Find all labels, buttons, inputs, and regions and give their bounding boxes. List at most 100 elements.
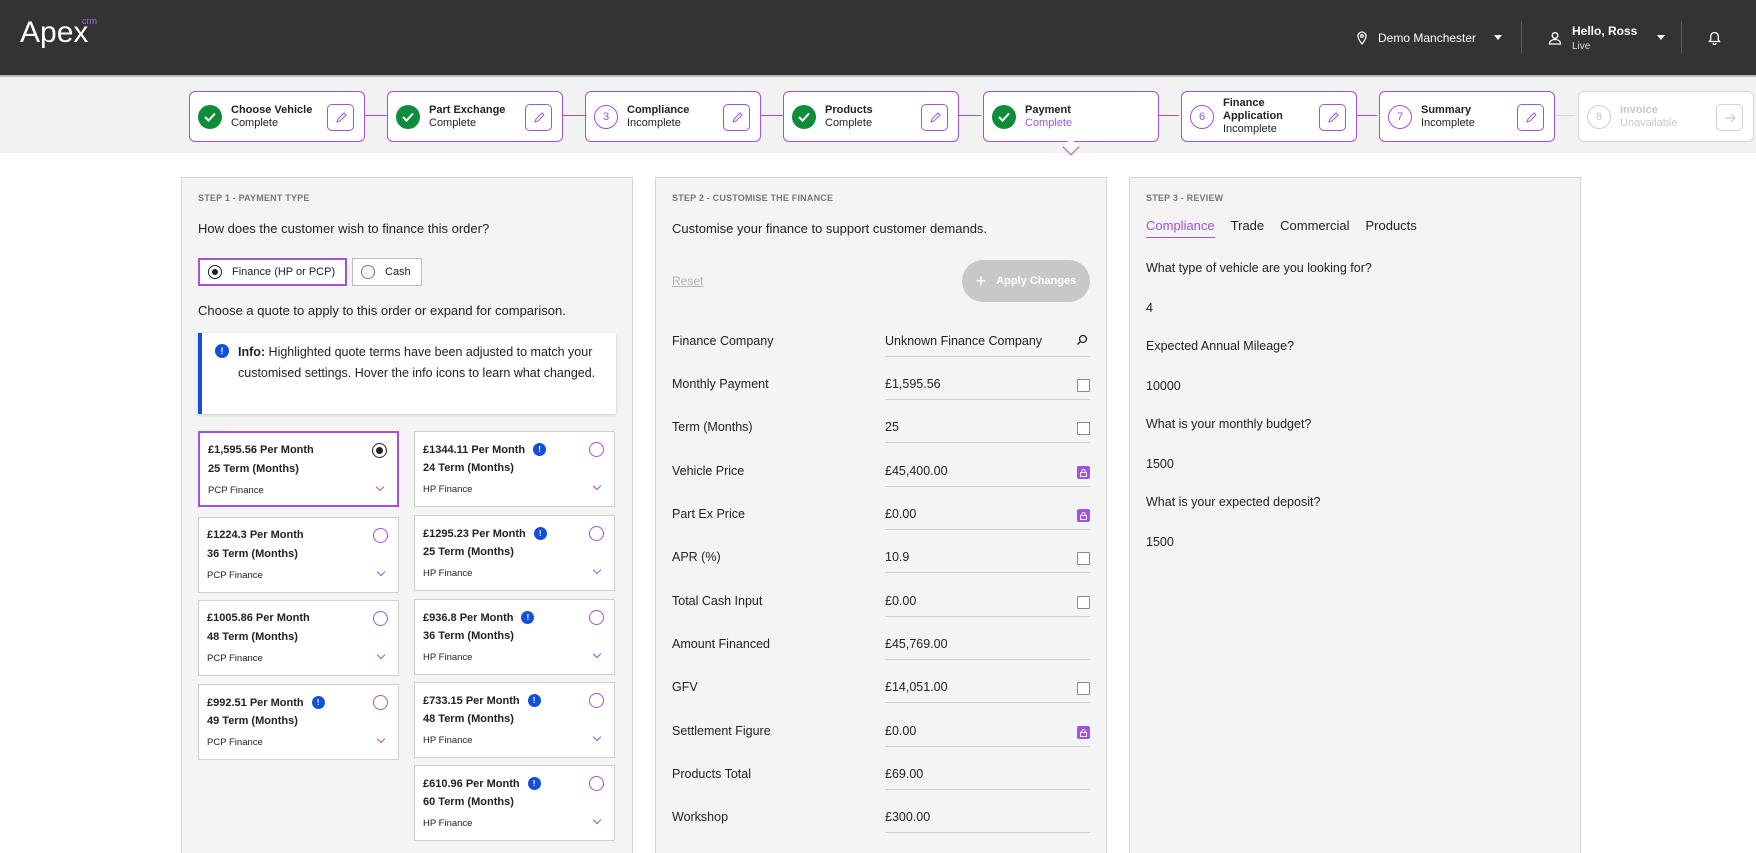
quote-card[interactable]: £936.8 Per Month! 36 Term (Months) HP Fi…: [414, 599, 615, 675]
finance-company-input[interactable]: Unknown Finance Company: [885, 321, 1090, 357]
field-label: Part Ex Price: [672, 507, 745, 521]
gfv-input[interactable]: £14,051.00: [885, 667, 1090, 703]
chevron-down-icon[interactable]: [592, 815, 602, 825]
field-label: Monthly Payment: [672, 377, 769, 391]
review-answer: 4: [1146, 301, 1153, 315]
quote-radio[interactable]: [589, 526, 604, 541]
edit-step-button[interactable]: [723, 104, 750, 131]
info-icon[interactable]: !: [527, 777, 541, 790]
search-icon[interactable]: [1076, 334, 1088, 346]
tab-products[interactable]: Products: [1365, 218, 1416, 238]
chevron-down-icon[interactable]: [592, 481, 602, 491]
location-selector[interactable]: Demo Manchester: [1356, 0, 1503, 75]
reset-link[interactable]: Reset: [672, 274, 703, 288]
field-value: £300.00: [885, 810, 931, 824]
quote-card[interactable]: £1005.86 Per Month 48 Term (Months) PCP …: [198, 600, 399, 676]
step-part-exchange[interactable]: Part Exchange Complete: [387, 91, 563, 142]
quote-radio[interactable]: [589, 610, 604, 625]
quote-card[interactable]: £610.96 Per Month! 60 Term (Months) HP F…: [414, 765, 615, 841]
step-compliance[interactable]: 3 Compliance Incomplete: [585, 91, 761, 142]
step-finance-application[interactable]: 6 Finance Application Incomplete: [1181, 91, 1357, 142]
lock-checkbox[interactable]: [1077, 379, 1090, 392]
finance-option[interactable]: Finance (HP or PCP): [198, 258, 348, 286]
quote-radio[interactable]: [589, 442, 604, 457]
arrow-right-icon: [1724, 113, 1736, 122]
notifications-button[interactable]: [1708, 0, 1721, 75]
edit-step-button[interactable]: [1517, 104, 1544, 131]
apr-input[interactable]: 10.9: [885, 537, 1090, 573]
step-payment[interactable]: Payment Complete: [983, 91, 1159, 142]
info-icon[interactable]: !: [311, 696, 325, 709]
quote-card[interactable]: £1344.11 Per Month! 24 Term (Months) HP …: [414, 431, 615, 507]
total-cash-input-input[interactable]: £0.00: [885, 581, 1090, 617]
info-icon[interactable]: !: [521, 611, 535, 624]
pencil-icon: [1525, 111, 1537, 123]
quote-radio[interactable]: [589, 776, 604, 791]
info-icon[interactable]: !: [527, 694, 541, 707]
field-value: £0.00: [885, 507, 917, 521]
info-icon[interactable]: !: [533, 443, 547, 456]
quote-radio[interactable]: [589, 693, 604, 708]
field-label: Amount Financed: [672, 637, 770, 651]
lock-checkbox[interactable]: [1077, 596, 1090, 609]
quote-type: HP Finance: [423, 818, 473, 829]
apply-changes-button[interactable]: + Apply Changes: [962, 260, 1090, 302]
lock-checkbox[interactable]: [1077, 682, 1090, 695]
cash-option[interactable]: Cash: [352, 258, 422, 286]
chevron-down-icon[interactable]: [592, 732, 602, 742]
field-label: Vehicle Price: [672, 464, 745, 478]
quote-radio[interactable]: [373, 528, 388, 543]
chevron-down-icon[interactable]: [376, 650, 386, 660]
edit-step-button[interactable]: [1319, 104, 1346, 131]
quote-radio[interactable]: [373, 611, 388, 626]
chevron-down-icon[interactable]: [376, 567, 386, 577]
quote-amount: £1,595.56 Per Month: [208, 444, 314, 456]
edit-step-button[interactable]: [525, 104, 552, 131]
user-greeting: Hello, Ross: [1572, 23, 1638, 38]
lock-icon[interactable]: [1077, 509, 1090, 522]
next-step-button: [1716, 104, 1743, 131]
quote-card[interactable]: £1224.3 Per Month 36 Term (Months) PCP F…: [198, 517, 399, 593]
part-ex-price-input[interactable]: £0.00: [885, 494, 1090, 530]
tab-trade[interactable]: Trade: [1231, 218, 1264, 238]
step-number: 8: [1587, 104, 1611, 129]
check-icon: [396, 104, 420, 129]
chevron-down-icon[interactable]: [592, 649, 602, 659]
info-icon[interactable]: !: [533, 527, 547, 540]
lock-checkbox[interactable]: [1077, 422, 1090, 435]
quote-card[interactable]: £733.15 Per Month! 48 Term (Months) HP F…: [414, 682, 615, 758]
chevron-down-icon[interactable]: [376, 734, 386, 744]
quote-card[interactable]: £992.51 Per Month! 49 Term (Months) PCP …: [198, 684, 399, 760]
lock-icon[interactable]: [1077, 726, 1090, 739]
monthly-payment-input[interactable]: £1,595.56: [885, 364, 1090, 400]
quote-term: 36 Term (Months): [423, 630, 514, 642]
term-input[interactable]: 25: [885, 407, 1090, 443]
quote-card[interactable]: £1295.23 Per Month! 25 Term (Months) HP …: [414, 515, 615, 591]
field-settlement-figure: Settlement Figure £0.00: [672, 711, 1090, 754]
step-summary[interactable]: 7 Summary Incomplete: [1379, 91, 1555, 142]
lock-checkbox[interactable]: [1077, 552, 1090, 565]
edit-step-button[interactable]: [327, 104, 354, 131]
review-question: Expected Annual Mileage?: [1146, 339, 1295, 353]
quote-radio[interactable]: [372, 443, 387, 458]
tab-commercial[interactable]: Commercial: [1280, 218, 1349, 238]
chevron-down-icon[interactable]: [592, 565, 602, 575]
quote-card[interactable]: £1,595.56 Per Month 25 Term (Months) PCP…: [198, 431, 399, 507]
field-value: £14,051.00: [885, 680, 948, 694]
apex-logo[interactable]: Apex crm: [20, 16, 97, 48]
chevron-down-icon[interactable]: [375, 482, 385, 492]
vehicle-price-input[interactable]: £45,400.00: [885, 451, 1090, 487]
step-products[interactable]: Products Complete: [783, 91, 959, 142]
user-menu[interactable]: Hello, Ross Live: [1548, 0, 1666, 75]
quote-radio[interactable]: [373, 695, 388, 710]
quote-amount: £1224.3 Per Month: [207, 529, 304, 541]
settlement-figure-input[interactable]: £0.00: [885, 711, 1090, 747]
step-choose-vehicle[interactable]: Choose Vehicle Complete: [189, 91, 365, 142]
lock-icon[interactable]: [1077, 466, 1090, 479]
panel-heading: STEP 2 - CUSTOMISE THE FINANCE: [672, 193, 834, 203]
field-value: £0.00: [885, 724, 917, 738]
step-status: Unavailable: [1620, 116, 1678, 129]
tab-compliance[interactable]: Compliance: [1146, 218, 1215, 238]
quote-term: 49 Term (Months): [207, 715, 298, 727]
edit-step-button[interactable]: [921, 104, 948, 131]
